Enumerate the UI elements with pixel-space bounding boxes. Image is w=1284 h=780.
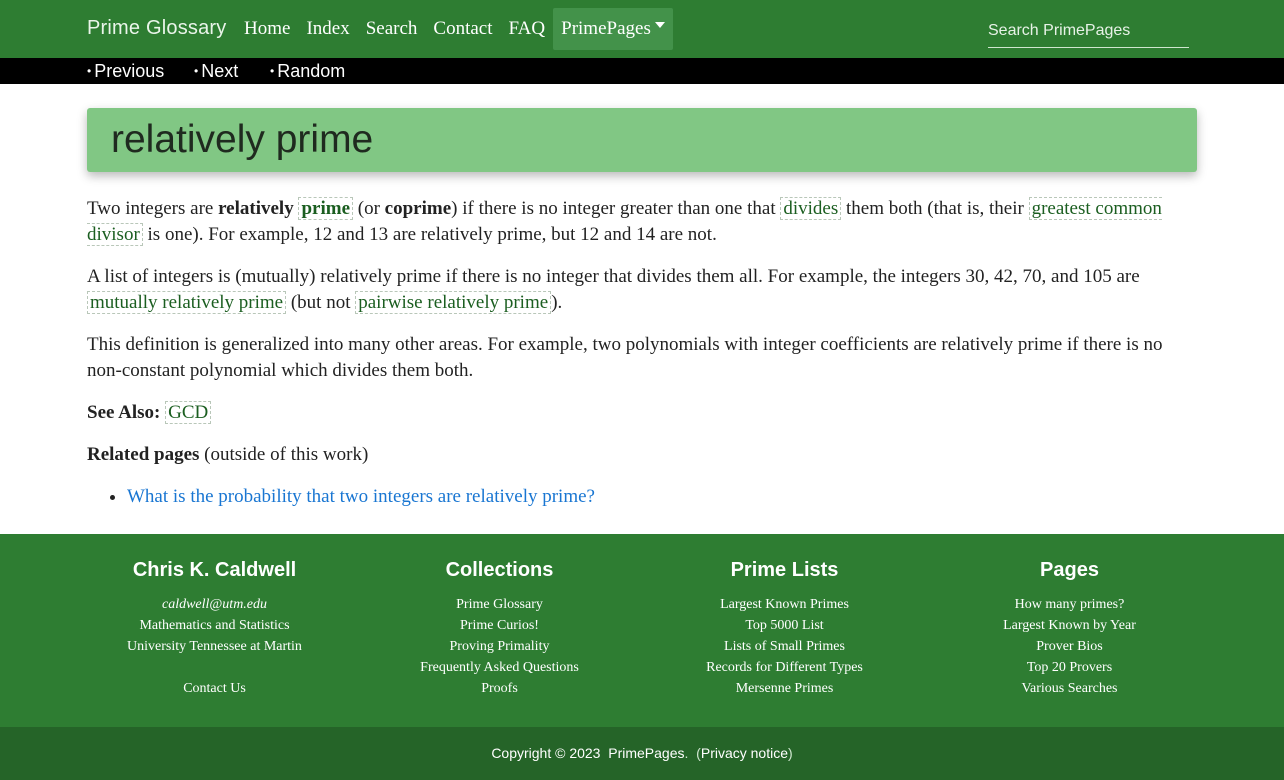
footer-link[interactable]: Various Searches xyxy=(927,678,1212,699)
related-pages-label: Related pages xyxy=(87,444,200,465)
footer-col-author: Chris K. Caldwell caldwell@utm.edu Mathe… xyxy=(72,534,357,699)
previous-label: Previous xyxy=(94,61,165,81)
footer-link[interactable]: Prime Curios! xyxy=(357,615,642,636)
top-navbar: Prime Glossary Home Index Search Contact… xyxy=(0,0,1284,58)
author-university: University Tennessee at Martin xyxy=(127,639,302,654)
author-dept: Mathematics and Statistics xyxy=(139,618,290,633)
see-also: See Also: GCD xyxy=(87,400,1197,426)
footer-link[interactable]: Frequently Asked Questions xyxy=(357,657,642,678)
nav-primepages-dropdown[interactable]: PrimePages xyxy=(553,8,673,50)
search-input[interactable] xyxy=(988,14,1189,48)
nav-faq[interactable]: FAQ xyxy=(501,8,554,50)
next-label: Next xyxy=(201,61,239,81)
previous-link[interactable]: • Previous xyxy=(87,59,164,85)
footer-title-collections: Collections xyxy=(445,559,554,581)
copyright-bar: Copyright © 2023 PrimePages. (Privacy no… xyxy=(0,727,1284,780)
footer-title-pages: Pages xyxy=(1040,559,1099,581)
bullet-icon: • xyxy=(270,64,275,78)
nav-home[interactable]: Home xyxy=(236,8,298,50)
nav-links: Home Index Search Contact FAQ PrimePages xyxy=(236,8,673,50)
author-email: caldwell@utm.edu xyxy=(161,597,268,612)
next-link[interactable]: • Next xyxy=(194,59,238,85)
footer-link[interactable]: Largest Known Primes xyxy=(642,594,927,615)
punct: ) xyxy=(788,745,793,761)
nav-index[interactable]: Index xyxy=(298,8,357,50)
paragraph-2: A list of integers is (mutually) relativ… xyxy=(87,264,1197,316)
footer-link[interactable]: Proving Primality xyxy=(357,636,642,657)
term-coprime: coprime xyxy=(384,198,452,219)
caret-down-icon xyxy=(654,22,665,28)
footer-link[interactable]: Largest Known by Year xyxy=(927,615,1212,636)
footer-link[interactable]: Mersenne Primes xyxy=(642,678,927,699)
related-link-probability[interactable]: What is the probability that two integer… xyxy=(127,486,595,507)
punct: . ( xyxy=(684,745,701,761)
related-pages-suffix: (outside of this work) xyxy=(199,444,369,465)
footer-link[interactable]: Lists of Small Primes xyxy=(642,636,927,657)
glossary-link-pairwise-relatively-prime[interactable]: pairwise relatively prime xyxy=(355,291,552,314)
page-title: relatively prime xyxy=(111,118,374,161)
text: (or xyxy=(353,198,385,219)
footer-link[interactable]: Prime Glossary xyxy=(357,594,642,615)
bullet-icon: • xyxy=(87,64,92,78)
nav-contact[interactable]: Contact xyxy=(425,8,500,50)
footer-link[interactable]: Top 5000 List xyxy=(642,615,927,636)
glossary-link-gcd-see-also[interactable]: GCD xyxy=(165,401,212,424)
related-pages: Related pages (outside of this work) xyxy=(87,442,1197,468)
text: is one). For example, 12 and 13 are rela… xyxy=(142,224,717,245)
footer-link[interactable]: Prover Bios xyxy=(927,636,1212,657)
glossary-link-divides[interactable]: divides xyxy=(780,197,842,220)
definition-content: Two integers are relatively prime (or co… xyxy=(87,196,1197,510)
sub-navbar: • Previous • Next • Random xyxy=(0,58,1284,84)
footer-title-author: Chris K. Caldwell xyxy=(132,559,297,581)
nav-search[interactable]: Search xyxy=(358,8,426,50)
text: ) if there is no integer greater than on… xyxy=(451,198,781,219)
footer-title-prime-lists: Prime Lists xyxy=(730,559,839,581)
text: them both (that is, their xyxy=(841,198,1029,219)
see-also-label: See Also: xyxy=(87,402,161,423)
glossary-link-mutually-relatively-prime[interactable]: mutually relatively prime xyxy=(87,291,287,314)
text: ). xyxy=(551,292,563,313)
footer-col-prime-lists: Prime Lists Largest Known Primes Top 500… xyxy=(642,534,927,699)
brand-link[interactable]: Prime Glossary xyxy=(87,17,227,40)
footer-link[interactable]: Records for Different Types xyxy=(642,657,927,678)
contact-us-link[interactable]: Contact Us xyxy=(72,678,357,699)
random-label: Random xyxy=(277,61,346,81)
list-item: What is the probability that two integer… xyxy=(127,484,1197,510)
text: Two integers are xyxy=(87,198,219,219)
nav-primepages-label: PrimePages xyxy=(561,18,651,39)
paragraph-3: This definition is generalized into many… xyxy=(87,334,1163,381)
footer: Chris K. Caldwell caldwell@utm.edu Mathe… xyxy=(0,534,1284,727)
term-relatively: relatively xyxy=(218,198,294,219)
paragraph-1: Two integers are relatively prime (or co… xyxy=(87,196,1197,248)
bullet-icon: • xyxy=(194,64,199,78)
privacy-notice-link[interactable]: Privacy notice xyxy=(701,745,788,761)
related-list: What is the probability that two integer… xyxy=(87,484,1197,510)
footer-link[interactable]: How many primes? xyxy=(927,594,1212,615)
footer-col-pages: Pages How many primes? Largest Known by … xyxy=(927,534,1212,699)
title-card: relatively prime xyxy=(87,108,1197,172)
footer-link[interactable]: Proofs xyxy=(357,678,642,699)
text: A list of integers is (mutually) relativ… xyxy=(87,266,1140,287)
glossary-link-prime[interactable]: prime xyxy=(298,197,354,220)
copyright-text: Copyright © 2023 xyxy=(491,745,601,761)
primepages-link[interactable]: PrimePages xyxy=(608,745,684,761)
footer-link[interactable]: Top 20 Provers xyxy=(927,657,1212,678)
text: (but not xyxy=(286,292,356,313)
random-link[interactable]: • Random xyxy=(270,59,345,85)
footer-col-collections: Collections Prime Glossary Prime Curios!… xyxy=(357,534,642,699)
